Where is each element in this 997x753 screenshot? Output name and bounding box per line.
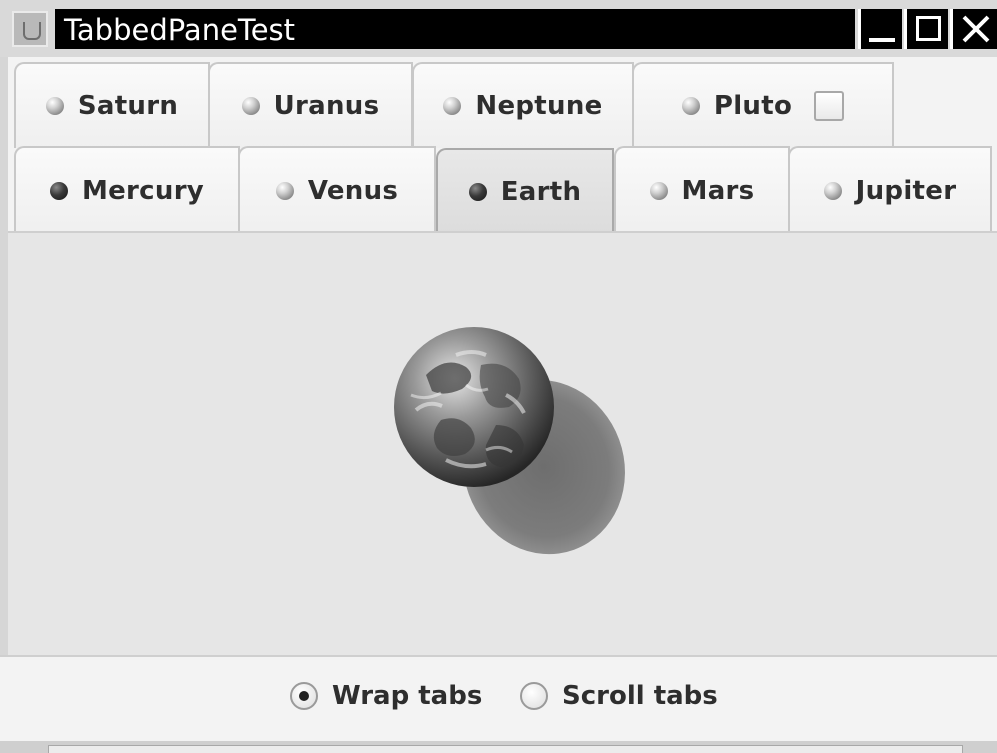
tab-label: Mercury [81,176,205,206]
tab-label: Uranus [273,91,380,121]
planet-ball-icon [443,97,462,115]
tab-label: Earth [500,177,582,207]
tab-neptune[interactable]: Neptune [412,62,634,148]
tab-mercury[interactable]: Mercury [14,146,240,234]
tab-earth[interactable]: Earth [436,148,614,234]
tab-layout-options: Wrap tabs Scroll tabs [0,655,997,741]
title-bar: TabbedPaneTest [0,0,997,57]
window-bottom-edge [0,741,997,753]
minimize-icon [869,38,895,42]
tab-uranus[interactable]: Uranus [208,62,413,148]
tab-label: Saturn [77,91,179,121]
earth-image [386,325,636,575]
close-icon [962,15,990,43]
tab-pluto[interactable]: Pluto [632,62,894,148]
resize-edge [48,745,963,753]
radio-unselected-icon [520,682,548,710]
tab-label: Jupiter [855,176,957,206]
window-title: TabbedPaneTest [64,13,296,47]
planet-ball-dark-icon [49,182,68,200]
app-window: TabbedPaneTest Saturn Uranus Neptune Plu… [0,0,997,753]
tab-label: Mars [681,176,755,206]
minimize-button[interactable] [858,9,902,49]
window-left-border [0,57,8,741]
planet-ball-dark-icon [468,183,487,201]
tab-saturn[interactable]: Saturn [14,62,210,148]
wrap-tabs-radio[interactable]: Wrap tabs [290,681,482,711]
planet-ball-icon [649,182,668,200]
pluto-checkbox[interactable] [814,91,845,121]
wrap-tabs-label: Wrap tabs [332,681,483,711]
tab-venus[interactable]: Venus [238,146,436,234]
tab-jupiter[interactable]: Jupiter [788,146,992,234]
close-button[interactable] [950,9,997,49]
planet-ball-icon [45,97,64,115]
tab-label: Neptune [475,91,603,121]
tab-mars[interactable]: Mars [614,146,790,234]
java-app-icon[interactable] [12,11,48,47]
planet-ball-icon [823,182,842,200]
tab-content-panel [8,231,997,655]
maximize-icon [916,16,941,41]
scroll-tabs-label: Scroll tabs [562,681,718,711]
scroll-tabs-radio[interactable]: Scroll tabs [520,681,718,711]
planet-ball-icon [241,97,260,115]
tab-label: Venus [307,176,399,206]
radio-selected-icon [290,682,318,710]
maximize-button[interactable] [904,9,948,49]
tab-label: Pluto [713,91,793,121]
planet-ball-icon [275,182,294,200]
planet-ball-icon [681,97,700,115]
